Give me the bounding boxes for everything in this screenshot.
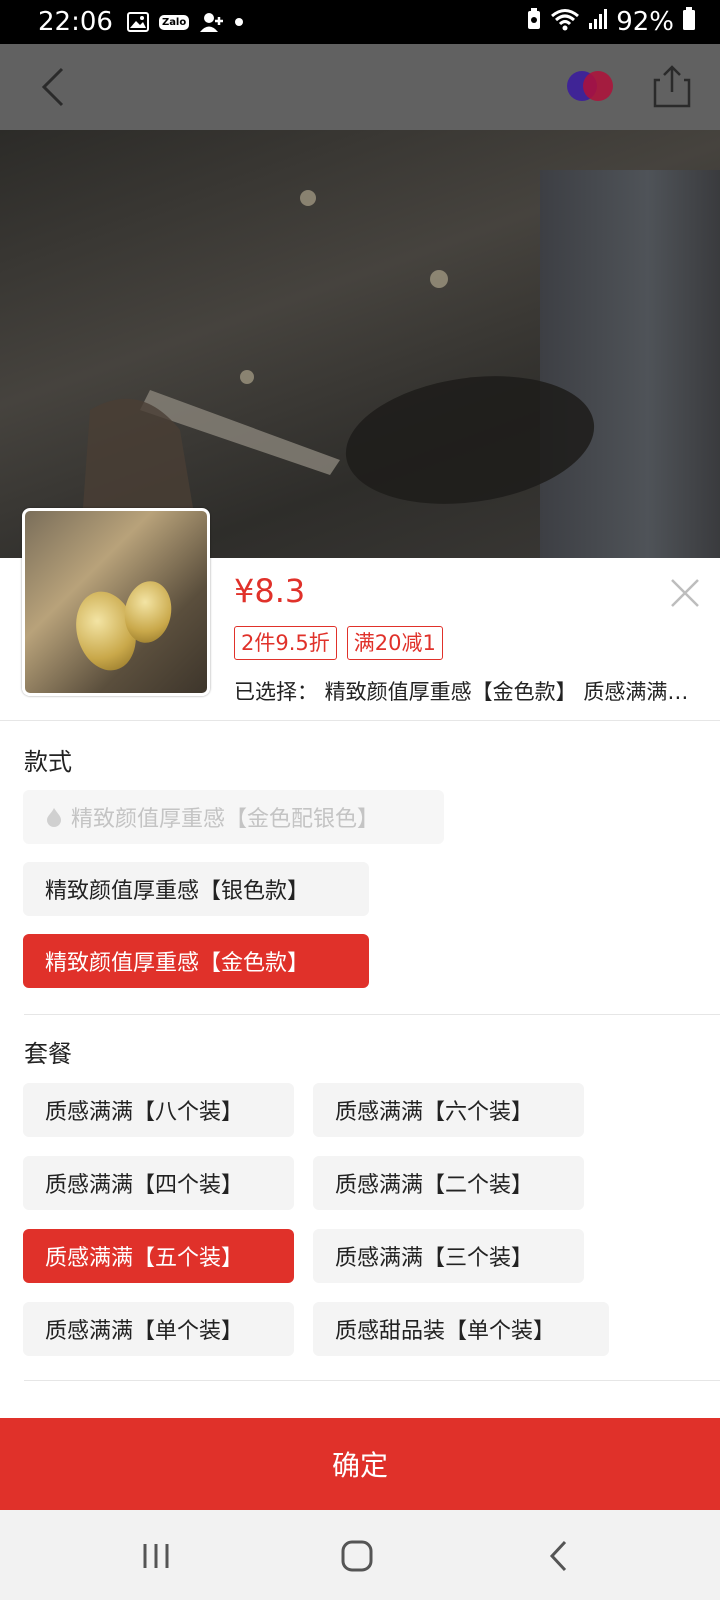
gallery-icon [126,12,149,32]
product-thumbnail [22,508,210,696]
home-icon [341,1540,373,1572]
system-nav-bar [0,1510,720,1600]
back-button[interactable] [28,62,78,112]
close-icon [671,579,699,607]
option-label: 精致颜值厚重感【金色款】 [45,951,310,976]
battery-icon [682,6,696,38]
option-label: 质感满满【二个装】 [335,1173,534,1198]
option-label: 质感满满【四个装】 [45,1173,244,1198]
option-label: 质感满满【六个装】 [335,1100,534,1125]
option-label: 质感满满【八个装】 [45,1100,244,1125]
top-navbar [0,44,720,130]
package-option-single[interactable]: 质感满满【单个装】 [23,1302,294,1356]
package-option-three[interactable]: 质感满满【三个装】 [313,1229,584,1283]
add-contact-icon [199,11,225,33]
recent-apps-button[interactable] [134,1534,178,1578]
divider [0,720,720,721]
flame-icon [47,808,61,827]
share-icon [653,65,691,108]
option-label: 精致颜值厚重感【银色款】 [45,879,310,904]
promo-tag: 满20减1 [346,626,443,660]
battery-saver-icon [526,7,542,38]
product-price: ¥8.3 [234,572,306,610]
divider [24,1380,720,1381]
zalo-icon: Zalo [158,14,190,30]
back-arrow-icon [41,67,64,107]
divider [24,1014,720,1015]
package-option-four[interactable]: 质感满满【四个装】 [23,1156,294,1210]
close-button[interactable] [668,576,702,610]
status-time: 22:06 [38,7,113,37]
option-label: 质感甜品装【单个装】 [335,1319,556,1344]
option-label: 质感满满【五个装】 [45,1246,244,1271]
package-option-two[interactable]: 质感满满【二个装】 [313,1156,584,1210]
recent-apps-icon [143,1544,169,1568]
wifi-icon [550,7,580,38]
share-button[interactable] [652,64,692,108]
notification-dot-icon [235,18,244,26]
option-label: 质感满满【单个装】 [45,1319,244,1344]
confirm-button[interactable]: 确定 [0,1418,720,1510]
nav-back-button[interactable] [536,1534,580,1578]
selected-summary: 已选择： 精致颜值厚重感【金色款】 质感满满【五个装】 [234,680,704,704]
product-main-image [0,130,720,558]
status-bar: 22:06 Zalo 92% [0,0,720,44]
promo-tags: 2件9.5折 满20减1 [234,626,443,660]
promo-tag: 2件9.5折 [234,626,337,660]
option-label: 精致颜值厚重感【金色配银色】 [71,807,380,832]
package-section-title: 套餐 [24,1040,72,1068]
style-option-gold[interactable]: 精致颜值厚重感【金色款】 [23,934,369,988]
package-option-eight[interactable]: 质感满满【八个装】 [23,1083,294,1137]
battery-percent: 92% [616,7,674,37]
style-option-silver[interactable]: 精致颜值厚重感【银色款】 [23,862,369,916]
package-option-dessert-single[interactable]: 质感甜品装【单个装】 [313,1302,609,1356]
home-button[interactable] [335,1534,379,1578]
package-option-six[interactable]: 质感满满【六个装】 [313,1083,584,1137]
style-option-gold-silver: 精致颜值厚重感【金色配银色】 [23,790,444,844]
package-option-five[interactable]: 质感满满【五个装】 [23,1229,294,1283]
product-page-backdrop[interactable] [0,44,720,558]
signal-icon [588,7,608,37]
brand-logo-icon[interactable] [566,70,614,102]
option-label: 质感满满【三个装】 [335,1246,534,1271]
style-section-title: 款式 [24,748,72,776]
nav-back-icon [549,1540,567,1572]
